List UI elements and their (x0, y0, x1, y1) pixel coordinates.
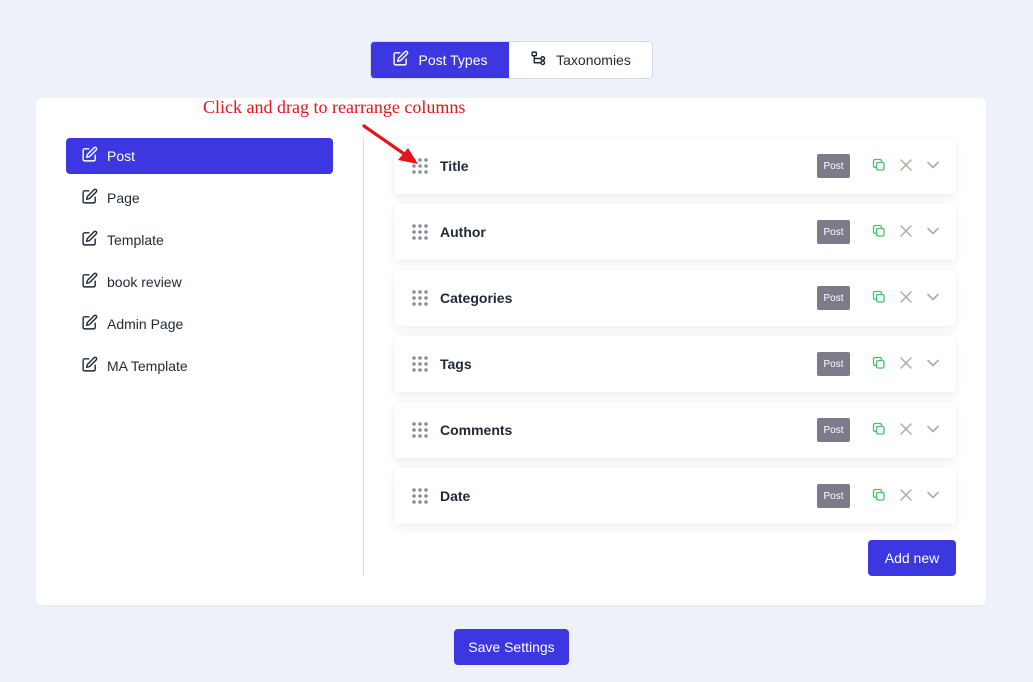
column-label: Title (440, 158, 469, 174)
sidebar-item-label: Page (107, 190, 140, 206)
chevron-down-icon[interactable] (926, 422, 940, 436)
close-icon[interactable] (899, 158, 913, 172)
post-type-badge: Post (817, 352, 850, 376)
edit-icon (392, 50, 409, 70)
post-type-sidebar: Post Page Template book review Admin Pag… (66, 138, 333, 390)
sidebar-item-label: Template (107, 232, 164, 248)
column-label: Categories (440, 290, 513, 306)
copy-icon[interactable] (872, 290, 886, 304)
close-icon[interactable] (899, 422, 913, 436)
sidebar-item-page[interactable]: Page (66, 180, 333, 216)
sidebar-item-ma-template[interactable]: MA Template (66, 348, 333, 384)
drag-handle-icon[interactable] (411, 354, 431, 374)
edit-icon (81, 188, 98, 208)
edit-icon (81, 314, 98, 334)
post-type-badge: Post (817, 418, 850, 442)
post-type-badge: Post (817, 220, 850, 244)
sidebar-item-book-review[interactable]: book review (66, 264, 333, 300)
column-label: Tags (440, 356, 472, 372)
sidebar-item-template[interactable]: Template (66, 222, 333, 258)
sidebar-item-admin-page[interactable]: Admin Page (66, 306, 333, 342)
edit-icon (81, 146, 98, 166)
copy-icon[interactable] (872, 488, 886, 502)
tab-label: Post Types (418, 52, 488, 68)
chevron-down-icon[interactable] (926, 488, 940, 502)
close-icon[interactable] (899, 356, 913, 370)
column-row-tags[interactable]: Tags Post (394, 336, 956, 392)
add-new-button[interactable]: Add new (868, 540, 956, 576)
post-type-badge: Post (817, 286, 850, 310)
edit-icon (81, 230, 98, 250)
settings-panel: Post Page Template book review Admin Pag… (36, 98, 986, 605)
tab-post-types[interactable]: Post Types (371, 42, 509, 78)
chevron-down-icon[interactable] (926, 290, 940, 304)
hierarchy-icon (530, 50, 547, 70)
chevron-down-icon[interactable] (926, 356, 940, 370)
edit-icon (81, 272, 98, 292)
column-row-title[interactable]: Title Post (394, 138, 956, 194)
annotation-text: Click and drag to rearrange columns (203, 97, 466, 117)
save-settings-button[interactable]: Save Settings (454, 629, 569, 665)
sidebar-item-post[interactable]: Post (66, 138, 333, 174)
arrow-icon (362, 124, 418, 164)
drag-handle-icon[interactable] (411, 420, 431, 440)
column-row-comments[interactable]: Comments Post (394, 402, 956, 458)
sidebar-item-label: Admin Page (107, 316, 184, 332)
copy-icon[interactable] (872, 158, 886, 172)
close-icon[interactable] (899, 290, 913, 304)
close-icon[interactable] (899, 488, 913, 502)
post-type-badge: Post (817, 484, 850, 508)
drag-handle-icon[interactable] (411, 222, 431, 242)
drag-handle-icon[interactable] (411, 486, 431, 506)
column-row-date[interactable]: Date Post (394, 468, 956, 524)
column-label: Author (440, 224, 486, 240)
sidebar-item-label: Post (107, 148, 136, 164)
copy-icon[interactable] (872, 422, 886, 436)
sidebar-item-label: book review (107, 274, 182, 290)
columns-list: Title Post Author Post Categories Post T… (394, 138, 956, 534)
edit-icon (81, 356, 98, 376)
column-label: Date (440, 488, 471, 504)
close-icon[interactable] (899, 224, 913, 238)
column-row-author[interactable]: Author Post (394, 204, 956, 260)
column-row-categories[interactable]: Categories Post (394, 270, 956, 326)
vertical-divider (363, 138, 364, 576)
top-tabs: Post Types Taxonomies (370, 41, 653, 79)
column-label: Comments (440, 422, 513, 438)
chevron-down-icon[interactable] (926, 224, 940, 238)
chevron-down-icon[interactable] (926, 158, 940, 172)
post-type-badge: Post (817, 154, 850, 178)
tab-taxonomies[interactable]: Taxonomies (509, 42, 652, 78)
copy-icon[interactable] (872, 356, 886, 370)
drag-handle-icon[interactable] (411, 288, 431, 308)
tab-label: Taxonomies (556, 52, 631, 68)
sidebar-item-label: MA Template (107, 358, 188, 374)
copy-icon[interactable] (872, 224, 886, 238)
